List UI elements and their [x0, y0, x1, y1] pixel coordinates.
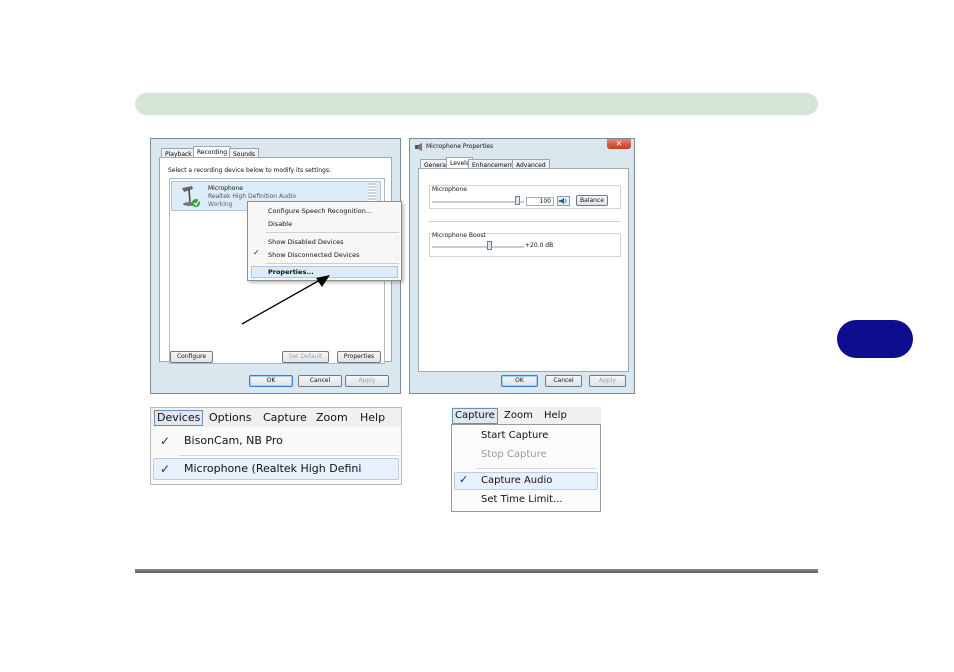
context-menu: Configure Speech Recognition... Disable … [247, 201, 402, 281]
footer-rule [135, 569, 818, 573]
menu-separator [179, 455, 399, 456]
menu-capture-audio[interactable]: Capture Audio [481, 474, 552, 488]
menu-stop-capture[interactable]: Stop Capture [481, 448, 547, 462]
tab-recording[interactable]: Recording [193, 146, 232, 157]
menu-devices[interactable]: Devices [154, 410, 204, 426]
mic-properties-dialog: Microphone Properties ✕ General Levels E… [409, 138, 635, 394]
ok-button[interactable]: OK [501, 375, 538, 387]
menu-show-disconnected[interactable]: Show Disconnected Devices [268, 251, 360, 259]
checkmark-icon: ✓ [459, 473, 469, 486]
menu-capture[interactable]: Capture [263, 411, 307, 425]
devices-menu-screenshot: Devices Options Capture Zoom Help ✓ Biso… [150, 407, 402, 485]
menu-options[interactable]: Options [209, 411, 251, 425]
levels-panel: Microphone 100 Balance Microphone Boost … [418, 168, 629, 372]
capture-menu-screenshot: Capture Zoom Help Start Capture Stop Cap… [451, 407, 601, 512]
balance-button[interactable]: Balance [576, 195, 608, 206]
boost-slider-thumb[interactable] [487, 241, 492, 250]
menu-separator [266, 263, 399, 264]
close-button[interactable]: ✕ [607, 139, 631, 149]
tab-playback[interactable]: Playback [161, 148, 196, 158]
speaker-icon [559, 198, 567, 204]
close-icon: ✕ [615, 139, 623, 148]
menu-set-time-limit[interactable]: Set Time Limit... [481, 493, 563, 507]
properties-button[interactable]: Properties [337, 351, 381, 363]
speaker-icon [415, 143, 422, 151]
menu-zoom[interactable]: Zoom [504, 409, 533, 423]
menu-separator [266, 232, 399, 233]
boost-slider-track[interactable] [432, 246, 524, 248]
dialog-title: Microphone Properties [426, 143, 494, 150]
menu-zoom[interactable]: Zoom [316, 411, 348, 425]
menu-configure-speech[interactable]: Configure Speech Recognition... [268, 207, 372, 215]
tab-sounds[interactable]: Sounds [229, 148, 260, 158]
microphone-label: Microphone [432, 186, 467, 193]
device-item-microphone[interactable]: Microphone (Realtek High Defini [184, 462, 361, 476]
header-bar [135, 93, 818, 115]
group-separator [429, 221, 621, 222]
cancel-button[interactable]: Cancel [298, 375, 342, 387]
menu-separator [477, 468, 597, 469]
menu-help[interactable]: Help [544, 409, 567, 423]
device-item-bisoncam[interactable]: BisonCam, NB Pro [184, 434, 283, 448]
pointer-arrow [241, 275, 330, 325]
checkmark-icon: ✓ [160, 434, 171, 448]
apply-button[interactable]: Apply [589, 375, 626, 387]
menu-start-capture[interactable]: Start Capture [481, 429, 548, 443]
menu-disable[interactable]: Disable [268, 220, 292, 228]
microphone-slider-thumb[interactable] [515, 196, 520, 205]
tab-advanced[interactable]: Advanced [512, 159, 550, 169]
device-name: Microphone [208, 185, 243, 192]
device-status: Working [208, 201, 233, 208]
menu-capture[interactable]: Capture [452, 408, 498, 424]
chapter-tab [837, 320, 913, 358]
boost-value: +20.0 dB [525, 242, 554, 249]
set-default-button[interactable]: Set Default [282, 351, 329, 363]
instruction-text: Select a recording device below to modif… [168, 167, 332, 174]
device-description: Realtek High Definition Audio [208, 193, 297, 200]
ok-button[interactable]: OK [249, 375, 293, 387]
microphone-icon [182, 186, 200, 207]
microphone-value[interactable]: 100 [526, 197, 554, 206]
mute-button[interactable] [557, 196, 570, 206]
checkmark-icon: ✓ [160, 462, 171, 476]
microphone-slider-track[interactable] [432, 201, 524, 203]
configure-button[interactable]: Configure [170, 351, 213, 363]
checkmark-icon: ✓ [253, 248, 260, 257]
apply-button[interactable]: Apply [345, 375, 389, 387]
cancel-button[interactable]: Cancel [545, 375, 582, 387]
menu-show-disabled[interactable]: Show Disabled Devices [268, 238, 344, 246]
boost-label: Microphone Boost [432, 232, 486, 239]
menu-help[interactable]: Help [360, 411, 385, 425]
